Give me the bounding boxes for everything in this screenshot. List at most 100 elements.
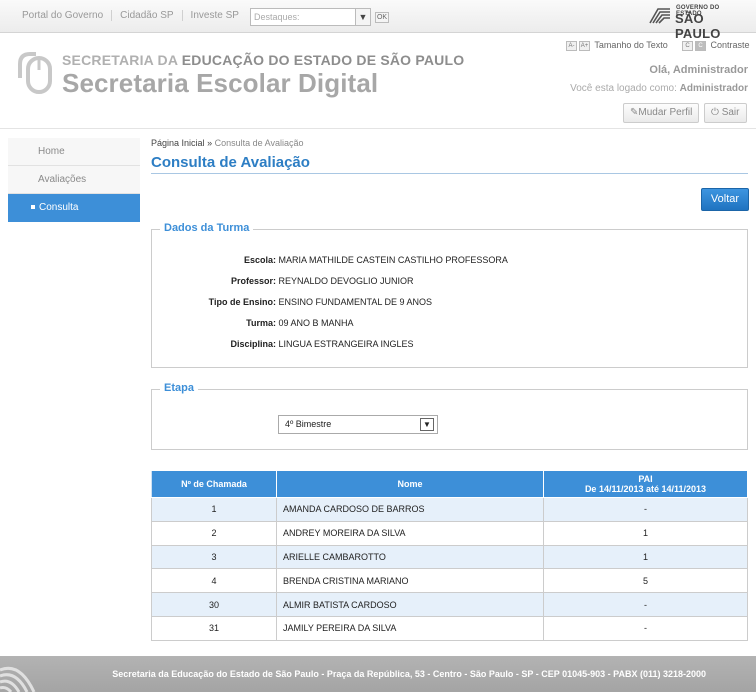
table-row: 2 ANDREY MOREIRA DA SILVA 1	[151, 520, 748, 546]
field-label: Turma:	[246, 318, 276, 328]
contrast-normal-button[interactable]: C	[682, 40, 693, 51]
breadcrumb: Página Inicial » Consulta de Avaliação	[151, 138, 304, 148]
field-value: REYNALDO DEVOGLIO JUNIOR	[278, 276, 414, 286]
footer-stripes-icon	[0, 666, 36, 692]
table-row: 31 JAMILY PEREIRA DA SILVA -	[151, 615, 748, 641]
destaques-placeholder: Destaques:	[254, 12, 300, 22]
contrast-high-button[interactable]: C	[695, 40, 706, 51]
col-header-pai-period: De 14/11/2013 até 14/11/2013	[584, 484, 707, 494]
font-size-controls: A- A+ Tamanho do Texto	[566, 40, 668, 51]
footer: Secretaria da Educação do Estado de São …	[0, 656, 756, 692]
etapa-legend: Etapa	[160, 382, 198, 394]
top-links: Portal do Governo Cidadão SP Investe SP	[14, 10, 247, 21]
field-label: Tipo de Ensino:	[208, 297, 276, 307]
cell-pai: 1	[543, 544, 748, 570]
change-profile-button[interactable]: ✎Mudar Perfil	[623, 103, 700, 123]
mouse-logo-icon	[18, 52, 52, 94]
col-header-pai: PAI De 14/11/2013 até 14/11/2013	[543, 470, 748, 498]
logout-button[interactable]: ⏻ Sair	[704, 103, 747, 123]
table-row: 3 ARIELLE CAMBAROTTO 1	[151, 544, 748, 570]
cell-pai: -	[543, 615, 748, 641]
cell-pai: -	[543, 497, 748, 522]
students-table: Nº de Chamada Nome PAI De 14/11/2013 até…	[151, 470, 748, 641]
cell-pai: 5	[543, 568, 748, 594]
footer-address: Secretaria da Educação do Estado de São …	[112, 669, 706, 679]
cell-chamada: 31	[151, 615, 277, 641]
logged-as: Você esta logado como: Administrador	[570, 83, 748, 94]
contrast-controls: CC Contraste	[682, 40, 750, 51]
ok-button[interactable]: OK	[375, 12, 389, 23]
destaques-select[interactable]: Destaques: ▼	[250, 8, 371, 26]
field-escola: Escola: MARIA MATHILDE CASTEIN CASTILHO …	[152, 255, 508, 265]
etapa-selected-value: 4º Bimestre	[285, 419, 332, 429]
logged-prefix: Você esta logado como:	[570, 83, 680, 94]
cell-pai: 1	[543, 520, 748, 546]
col-header-nome: Nome	[276, 470, 544, 498]
chevron-down-icon[interactable]: ▼	[420, 418, 434, 431]
governo-sp-logo[interactable]: GOVERNO DO ESTADO SÃO PAULO	[648, 5, 742, 41]
font-increase-button[interactable]: A+	[579, 40, 590, 51]
turma-fieldset: Dados da Turma Escola: MARIA MATHILDE CA…	[151, 222, 748, 368]
contrast-label: Contraste	[710, 40, 750, 50]
field-value: MARIA MATHILDE CASTEIN CASTILHO PROFESSO…	[278, 255, 508, 265]
table-row: 4 BRENDA CRISTINA MARIANO 5	[151, 568, 748, 594]
cell-nome: BRENDA CRISTINA MARIANO	[276, 568, 544, 594]
header-secretaria-title: SECRETARIA DA EDUCAÇÃO DO ESTADO DE SÃO …	[62, 52, 464, 68]
field-label: Professor:	[230, 276, 276, 286]
cell-chamada: 1	[151, 497, 277, 522]
breadcrumb-separator: »	[207, 138, 213, 148]
header-title-light: SECRETARIA DA	[62, 52, 182, 68]
col-header-pai-title: PAI	[638, 474, 653, 484]
back-button[interactable]: Voltar	[701, 188, 749, 211]
investe-sp-link[interactable]: Investe SP	[183, 10, 247, 21]
bullet-icon	[31, 205, 35, 210]
greeting: Olá, Administrador	[649, 64, 748, 76]
logged-user: Administrador	[679, 83, 748, 94]
header-divider	[0, 128, 756, 129]
field-professor: Professor: REYNALDO DEVOGLIO JUNIOR	[152, 276, 414, 286]
etapa-select[interactable]: 4º Bimestre ▼	[278, 415, 438, 434]
font-size-label: Tamanho do Texto	[594, 40, 668, 50]
change-profile-label: Mudar Perfil	[638, 107, 693, 118]
chevron-down-icon[interactable]: ▼	[355, 9, 370, 25]
portal-governo-link[interactable]: Portal do Governo	[14, 10, 113, 21]
field-turma: Turma: 09 ANO B MANHA	[152, 318, 353, 328]
cell-nome: AMANDA CARDOSO DE BARROS	[276, 497, 544, 522]
etapa-fieldset: Etapa 4º Bimestre ▼	[151, 382, 748, 450]
top-bar: Portal do Governo Cidadão SP Investe SP …	[0, 0, 756, 41]
cell-chamada: 30	[151, 592, 277, 617]
cell-nome: ALMIR BATISTA CARDOSO	[276, 592, 544, 617]
field-label: Escola:	[243, 255, 276, 265]
table-row: 1 AMANDA CARDOSO DE BARROS -	[151, 497, 748, 522]
cell-nome: ARIELLE CAMBAROTTO	[276, 544, 544, 570]
cell-pai: -	[543, 592, 748, 617]
turma-legend: Dados da Turma	[160, 222, 254, 234]
table-row: 30 ALMIR BATISTA CARDOSO -	[151, 592, 748, 617]
sidebar-item-consulta-label: Consulta	[39, 202, 79, 213]
cell-chamada: 4	[151, 568, 277, 594]
field-value: LINGUA ESTRANGEIRA INGLES	[278, 339, 414, 349]
header-title-bold: EDUCAÇÃO DO ESTADO DE SÃO PAULO	[181, 52, 465, 68]
power-icon: ⏻	[711, 107, 719, 118]
breadcrumb-home-link[interactable]: Página Inicial	[151, 138, 205, 148]
title-underline	[151, 173, 748, 174]
sidebar-item-consulta[interactable]: Consulta	[8, 194, 140, 222]
governo-stripes-icon	[649, 8, 670, 24]
table-header-row: Nº de Chamada Nome PAI De 14/11/2013 até…	[151, 470, 748, 498]
header-app-title: Secretaria Escolar Digital	[62, 68, 379, 98]
breadcrumb-current: Consulta de Avaliação	[214, 138, 304, 148]
sidebar: Home Avaliações Consulta	[8, 138, 140, 222]
col-header-chamada: Nº de Chamada	[151, 470, 277, 498]
page-title: Consulta de Avaliação	[151, 154, 310, 171]
field-label: Disciplina:	[230, 339, 276, 349]
sidebar-item-avaliacoes[interactable]: Avaliações	[8, 166, 140, 194]
field-disciplina: Disciplina: LINGUA ESTRANGEIRA INGLES	[152, 339, 414, 349]
font-decrease-button[interactable]: A-	[566, 40, 577, 51]
cidadao-sp-link[interactable]: Cidadão SP	[112, 10, 183, 21]
cell-chamada: 3	[151, 544, 277, 570]
logout-label: Sair	[721, 107, 740, 118]
cell-nome: JAMILY PEREIRA DA SILVA	[276, 615, 544, 641]
sao-paulo-label: SÃO PAULO	[675, 11, 721, 41]
sidebar-item-home[interactable]: Home	[8, 138, 140, 166]
cell-nome: ANDREY MOREIRA DA SILVA	[276, 520, 544, 546]
